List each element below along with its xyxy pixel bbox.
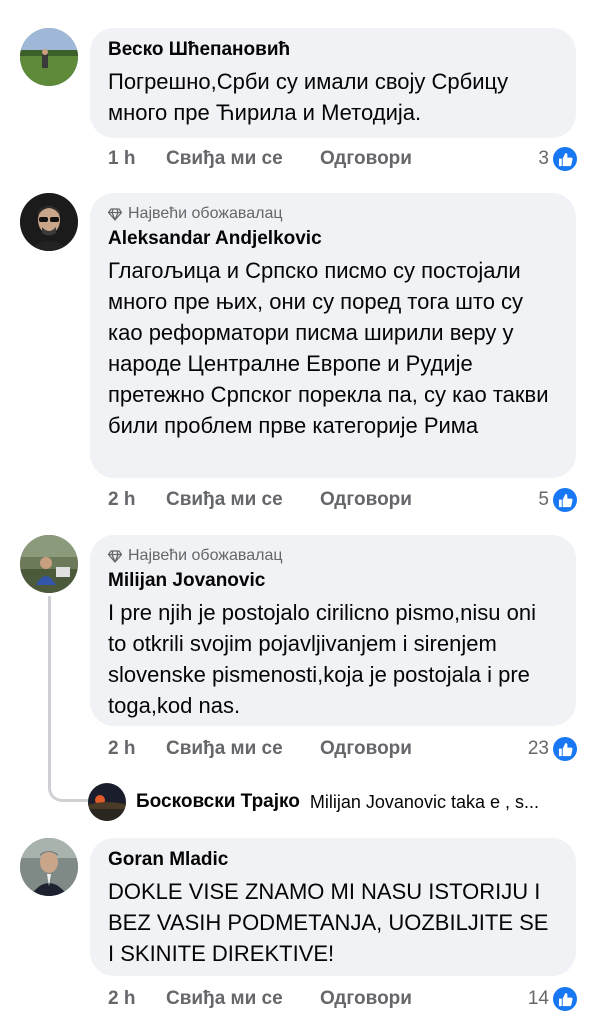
reply-button[interactable]: Одговори <box>320 988 412 1010</box>
comment-time[interactable]: 1 h <box>108 148 166 170</box>
diamond-icon <box>108 208 122 221</box>
avatar-photo <box>88 783 126 821</box>
comment-text: Глагољица и Српско писмо су постојали мн… <box>108 258 549 438</box>
reply-button[interactable]: Одговори <box>320 489 412 511</box>
badge-label: Највећи обожавалац <box>128 205 283 222</box>
comment-text: I pre njih je postojalo cirilicno pismo,… <box>108 600 536 718</box>
reaction-number: 5 <box>538 489 549 510</box>
thumbs-up-icon <box>553 737 577 761</box>
avatar[interactable] <box>20 838 78 896</box>
badge-label: Највећи обожавалац <box>128 547 283 564</box>
like-button[interactable]: Свиђа ми се <box>166 738 320 760</box>
comment-bubble: Goran Mladic DOKLE VISE ZNAMO MI NASU IS… <box>90 838 576 976</box>
comment-actions: 2 h Свиђа ми се Одговори <box>108 485 412 515</box>
comment-author[interactable]: Веско Шћепановић <box>108 38 560 62</box>
reply-author[interactable]: Босковски Трајко <box>136 791 300 813</box>
like-button[interactable]: Свиђа ми се <box>166 148 320 170</box>
avatar[interactable] <box>20 193 78 251</box>
reply-snippet: Milijan Jovanovic taka e , s... <box>309 791 539 812</box>
reply-button[interactable]: Одговори <box>320 148 412 170</box>
comment-actions: 2 h Свиђа ми се Одговори <box>108 734 412 764</box>
avatar[interactable] <box>20 535 78 593</box>
comment-author[interactable]: Goran Mladic <box>108 848 560 872</box>
like-button[interactable]: Свиђа ми се <box>166 489 320 511</box>
comment-time[interactable]: 2 h <box>108 738 166 760</box>
reaction-count[interactable]: 5 <box>538 485 577 515</box>
reaction-number: 14 <box>527 988 549 1009</box>
comment-bubble: Највећи обожавалац Milijan Jovanovic I p… <box>90 535 576 726</box>
reply-preview[interactable]: Босковски Трајко Milijan Jovanovic taka … <box>88 782 539 822</box>
comment-actions: 1 h Свиђа ми се Одговори <box>108 144 412 174</box>
avatar-photo <box>20 838 78 896</box>
reaction-number: 23 <box>527 738 549 759</box>
reaction-count[interactable]: 14 <box>528 984 577 1014</box>
top-fan-badge: Највећи обожавалац <box>108 205 560 223</box>
reaction-count[interactable]: 3 <box>538 144 577 174</box>
comment-bubble: Највећи обожавалац Aleksandar Andjelkovi… <box>90 193 576 478</box>
avatar[interactable] <box>20 28 78 86</box>
avatar-photo <box>20 193 78 251</box>
reaction-count[interactable]: 23 <box>528 734 577 764</box>
top-fan-badge: Највећи обожавалац <box>108 547 560 565</box>
avatar-photo <box>20 28 78 86</box>
comment-actions: 2 h Свиђа ми се Одговори <box>108 984 412 1014</box>
comment-time[interactable]: 2 h <box>108 489 166 511</box>
thumbs-up-icon <box>553 147 577 171</box>
comment-text: DOKLE VISE ZNAMO MI NASU ISTORIJU I BEZ … <box>108 879 549 966</box>
avatar-photo <box>20 535 78 593</box>
thumbs-up-icon <box>553 488 577 512</box>
reply-thread-line <box>48 596 92 802</box>
diamond-icon <box>108 550 122 563</box>
comment-time[interactable]: 2 h <box>108 988 166 1010</box>
avatar[interactable] <box>88 783 126 821</box>
thumbs-up-icon <box>553 987 577 1011</box>
comment-author[interactable]: Milijan Jovanovic <box>108 569 560 593</box>
reaction-number: 3 <box>538 148 549 169</box>
comment-text: Погрешно,Срби су имали своју Србицу мног… <box>108 69 509 125</box>
reply-button[interactable]: Одговори <box>320 738 412 760</box>
comment-bubble: Веско Шћепановић Погрешно,Срби су имали … <box>90 28 576 138</box>
comment-author[interactable]: Aleksandar Andjelkovic <box>108 227 560 251</box>
like-button[interactable]: Свиђа ми се <box>166 988 320 1010</box>
